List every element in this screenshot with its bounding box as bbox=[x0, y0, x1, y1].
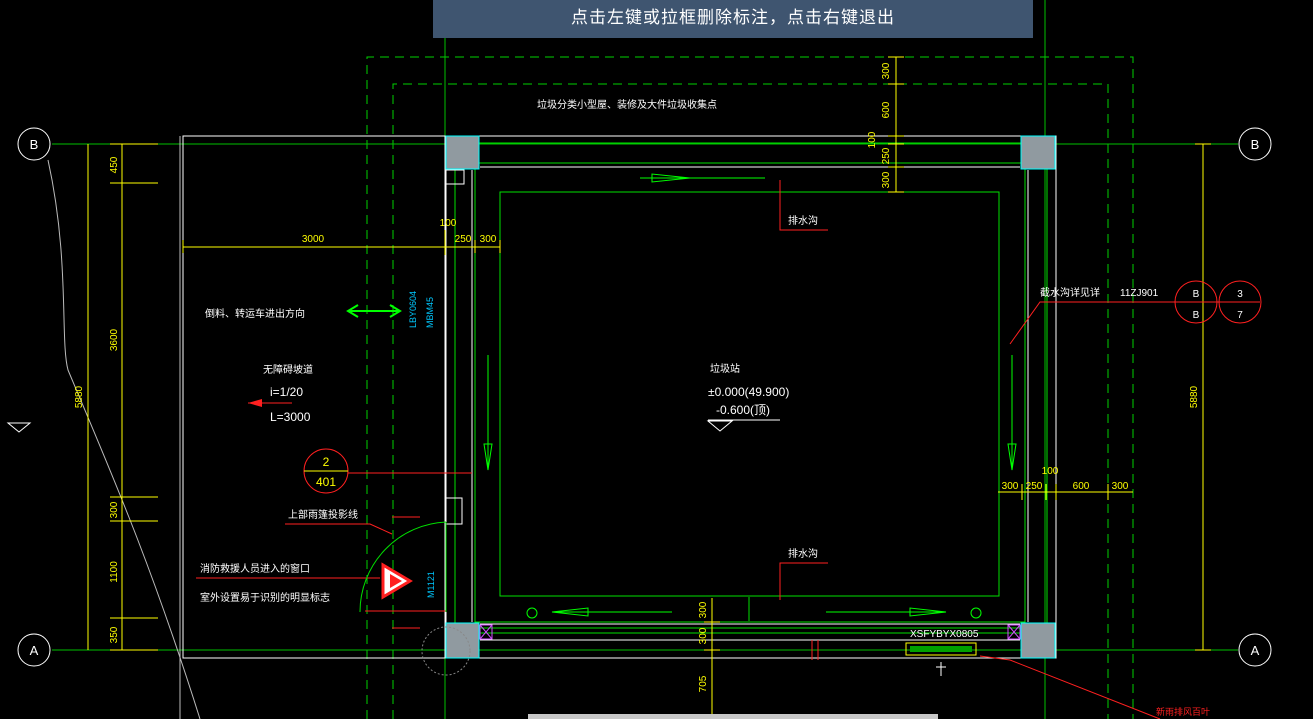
dim-r-600: 600 bbox=[1073, 481, 1090, 492]
drain-label-bottom: 排水沟 bbox=[788, 547, 818, 560]
dim-r-250: 250 bbox=[1026, 481, 1043, 492]
callout-number-bottom: 401 bbox=[316, 475, 336, 489]
dim-right-5880: 5880 bbox=[1189, 385, 1200, 408]
axis-label-top-left: B bbox=[30, 137, 39, 152]
dim-left-3600: 3600 bbox=[109, 328, 120, 351]
dim-bottom-705: 705 bbox=[698, 675, 709, 692]
dim-top-100: 100 bbox=[440, 218, 457, 229]
callout-number-top: 2 bbox=[323, 455, 330, 469]
dim-left-5880: 5880 bbox=[74, 385, 85, 408]
bottom-note: 新雨排风百叶 bbox=[1156, 706, 1210, 717]
axis-label-bottom-left: A bbox=[30, 643, 39, 658]
canopy-label: 上部雨篷投影线 bbox=[288, 508, 358, 521]
bottom-scroll-strip[interactable] bbox=[528, 714, 938, 719]
recycle-point-note: 垃圾分类小型屋、装修及大件垃圾收集点 bbox=[537, 98, 717, 111]
door-m1121: M1121 bbox=[426, 571, 436, 598]
detail-bubbles-right bbox=[1174, 280, 1262, 324]
detail-bubble-b-top: B bbox=[1193, 289, 1200, 300]
dim-vtop-300a: 300 bbox=[881, 62, 892, 79]
axis-label-top-right: B bbox=[1251, 137, 1260, 152]
truck-direction-arrow bbox=[346, 304, 402, 318]
axis-label-bottom-right: A bbox=[1251, 643, 1260, 658]
axis-bubbles bbox=[17, 127, 1272, 667]
dim-top-250: 250 bbox=[455, 234, 472, 245]
ramp-arrow-head bbox=[248, 399, 262, 407]
dim-bottom-300a: 300 bbox=[698, 601, 709, 618]
detail-bubble-7: 7 bbox=[1237, 310, 1243, 321]
detail-bubble-3: 3 bbox=[1237, 289, 1243, 300]
ramp-title: 无障碍坡道 bbox=[263, 363, 313, 376]
dim-r-100: 100 bbox=[1042, 466, 1059, 477]
level-mark-left bbox=[6, 422, 32, 433]
trench-note: 截水沟详见详 bbox=[1040, 286, 1100, 299]
survey-marker bbox=[936, 662, 946, 676]
fire-entry-label-2: 室外设置易于识别的明显标志 bbox=[200, 591, 330, 604]
site-curves bbox=[47, 136, 201, 719]
elevation-sub: -0.600(顶) bbox=[716, 403, 770, 417]
elevation-main: ±0.000(49.900) bbox=[708, 385, 789, 399]
dim-r-300b: 300 bbox=[1112, 481, 1129, 492]
detail-bubble-b-bottom: B bbox=[1193, 310, 1200, 321]
grating bbox=[905, 642, 977, 656]
dim-left-350: 350 bbox=[109, 626, 120, 643]
dim-left-300: 300 bbox=[109, 501, 120, 518]
truck-direction-label: 倒料、转运车进出方向 bbox=[205, 307, 305, 320]
door-label-mbm: MBM45 bbox=[425, 297, 435, 328]
command-prompt-banner: 点击左键或拉框删除标注，点击右键退出 bbox=[433, 0, 1033, 38]
dim-top-300: 300 bbox=[480, 234, 497, 245]
cad-drawing-canvas[interactable]: 450 3600 5880 300 1100 350 3000 100 250 … bbox=[0, 0, 1313, 719]
drain-label-top: 排水沟 bbox=[788, 214, 818, 227]
dim-lines-right bbox=[998, 143, 1211, 651]
dim-lines-top bbox=[182, 230, 501, 255]
ramp-slope: i=1/20 bbox=[270, 385, 303, 399]
dim-left-1100: 1100 bbox=[109, 561, 120, 583]
fire-entry-label-1: 消防救援人员进入的窗口 bbox=[200, 562, 310, 575]
dim-vtop-250: 250 bbox=[881, 147, 892, 164]
dim-r-300a: 300 bbox=[1002, 481, 1019, 492]
station-name: 垃圾站 bbox=[710, 362, 740, 375]
dim-top-3000: 3000 bbox=[302, 234, 325, 245]
dim-vtop-100: 100 bbox=[867, 131, 878, 148]
elevation-mark bbox=[706, 420, 734, 432]
door-label-lby: LBY0604 bbox=[408, 291, 418, 328]
dim-left-450: 450 bbox=[109, 156, 120, 173]
detail-code: 11ZJ901 bbox=[1120, 288, 1159, 299]
dim-lines-left bbox=[87, 143, 158, 651]
equipment-code: XSFYBYX0805 bbox=[910, 629, 979, 640]
dim-vtop-600: 600 bbox=[881, 101, 892, 118]
dim-vtop-300b: 300 bbox=[881, 171, 892, 188]
dim-bottom-300b: 300 bbox=[698, 627, 709, 644]
ramp-length: L=3000 bbox=[270, 410, 311, 424]
fire-rescue-sign bbox=[381, 562, 413, 600]
